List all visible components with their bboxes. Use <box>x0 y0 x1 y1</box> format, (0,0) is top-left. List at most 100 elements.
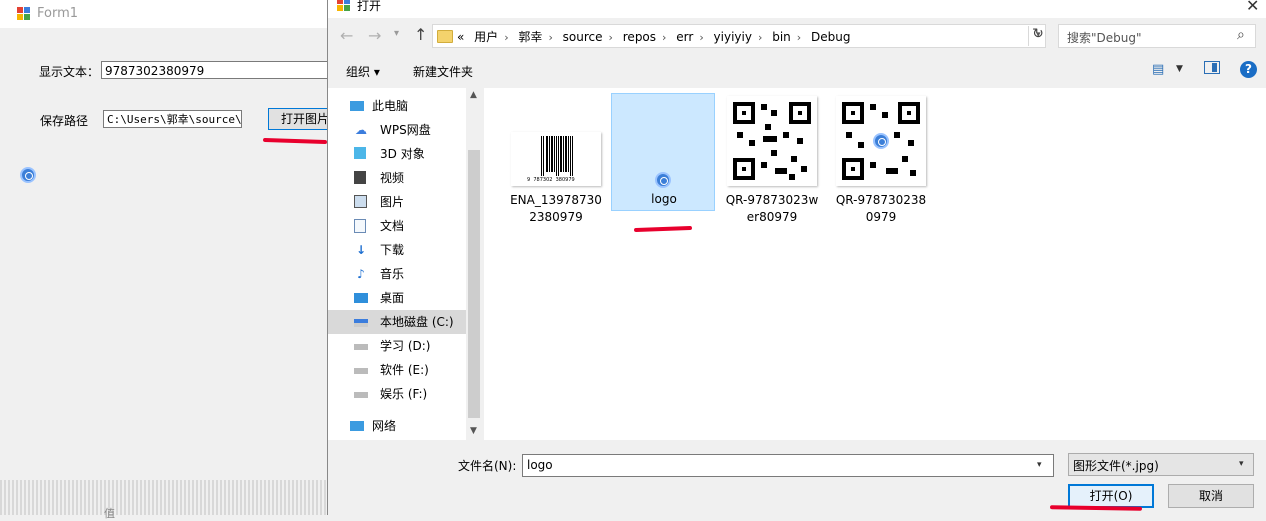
qr-module <box>870 162 876 168</box>
save-path-input[interactable]: C:\Users\郭幸\source\r <box>103 110 242 128</box>
refresh-icon[interactable]: ↻ <box>1028 26 1047 46</box>
nav-item-network[interactable]: 网络 <box>328 414 466 438</box>
nav-item-label: 软件 (E:) <box>380 363 429 377</box>
breadcrumb-item[interactable]: err <box>676 30 693 44</box>
back-arrow-icon[interactable]: ← <box>340 26 353 45</box>
form1-title-bar[interactable]: Form1 <box>0 0 330 28</box>
scroll-down-icon[interactable]: ▼ <box>470 426 477 436</box>
address-bar[interactable]: « 用户 › 郭幸 › source › repos › err › yiyiyiy › b… <box>432 24 1046 48</box>
qr-thumbnail <box>836 96 926 186</box>
file-type-value: 图形文件(*.jpg) <box>1073 459 1159 473</box>
search-input[interactable]: 搜索"Debug" ⌕ <box>1058 24 1256 48</box>
save-path-label: 保存路径 <box>40 114 89 128</box>
nav-item-drive-d[interactable]: 学习 (D:) <box>328 334 466 358</box>
scroll-thumb[interactable] <box>468 150 480 418</box>
cube-3d-icon <box>354 147 366 159</box>
file-name-line: QR-97873023w <box>725 193 819 207</box>
breadcrumb-item[interactable]: Debug <box>811 30 850 44</box>
nav-item-3d-objects[interactable]: 3D 对象 <box>328 142 466 166</box>
barcode-digits: 9 787302 380979 <box>527 177 575 183</box>
breadcrumb-overflow[interactable]: « <box>457 30 464 44</box>
file-name: logo <box>612 191 716 208</box>
file-item-qr-1[interactable]: QR-97873023w er80979 <box>720 94 824 224</box>
breadcrumb-item[interactable]: 用户 <box>474 30 498 44</box>
nav-item-this-pc[interactable]: 此电脑 <box>328 94 466 118</box>
qr-finder <box>842 158 864 180</box>
download-arrow-icon: ↓ <box>355 243 367 257</box>
view-options-icon[interactable]: ▤ <box>1152 62 1164 77</box>
qr-finder <box>842 102 864 124</box>
cancel-button[interactable]: 取消 <box>1168 484 1254 508</box>
nav-item-label: 此电脑 <box>372 99 409 113</box>
drive-icon <box>354 368 368 374</box>
nav-item-videos[interactable]: 视频 <box>328 166 466 190</box>
filename-input[interactable]: logo ▾ <box>522 454 1054 477</box>
organize-menu-button[interactable]: 组织 ▾ <box>346 63 380 80</box>
qr-module <box>771 110 777 116</box>
video-icon <box>354 171 366 184</box>
scroll-up-icon[interactable]: ▲ <box>470 90 477 100</box>
nav-item-label: 3D 对象 <box>380 147 425 161</box>
file-name-line: 0979 <box>865 210 897 224</box>
recent-locations-chevron-icon[interactable]: ▾ <box>394 28 399 39</box>
computer-icon <box>350 101 364 111</box>
qr-module <box>749 140 755 146</box>
nav-item-downloads[interactable]: ↓ 下载 <box>328 238 466 262</box>
breadcrumb-item[interactable]: 郭幸 <box>518 30 542 44</box>
network-icon <box>350 421 364 431</box>
file-type-select[interactable]: 图形文件(*.jpg) ▾ <box>1068 453 1254 476</box>
display-text-input[interactable]: 9787302380979 <box>101 61 330 79</box>
help-icon[interactable]: ? <box>1240 61 1257 78</box>
up-arrow-icon[interactable]: ↑ <box>414 25 427 44</box>
chevron-right-icon: › <box>796 31 802 44</box>
filename-label: 文件名(N): <box>458 459 517 473</box>
new-folder-button[interactable]: 新建文件夹 <box>413 63 473 80</box>
nav-item-label: 文档 <box>380 219 405 233</box>
breadcrumb-item[interactable]: bin <box>772 30 791 44</box>
windows-drive-icon <box>354 319 368 327</box>
dialog-title-bar[interactable]: 打开 ✕ <box>328 0 1266 18</box>
file-name-line: logo <box>651 192 677 206</box>
forward-arrow-icon[interactable]: → <box>368 26 381 45</box>
filename-value: logo <box>527 458 553 472</box>
nav-item-drive-f[interactable]: 娱乐 (F:) <box>328 382 466 406</box>
picture-icon <box>354 195 367 208</box>
breadcrumb-item[interactable]: source <box>563 30 603 44</box>
close-icon[interactable]: ✕ <box>1246 0 1259 15</box>
qr-module <box>761 162 767 168</box>
preview-pane-icon[interactable] <box>1204 61 1220 74</box>
nav-item-music[interactable]: ♪ 音乐 <box>328 262 466 286</box>
qr-module <box>775 168 787 174</box>
open-image-button[interactable]: 打开图片 <box>268 108 334 130</box>
nav-item-label: 网络 <box>372 419 397 433</box>
nav-item-desktop[interactable]: 桌面 <box>328 286 466 310</box>
chevron-down-icon[interactable]: ▾ <box>1239 459 1244 469</box>
nav-item-label: 视频 <box>380 171 405 185</box>
nav-item-pictures[interactable]: 图片 <box>328 190 466 214</box>
chevron-down-icon[interactable]: ▾ <box>1037 460 1042 470</box>
chevron-right-icon: › <box>548 31 553 44</box>
qr-module <box>763 136 777 142</box>
cloud-icon: ☁ <box>355 123 367 137</box>
breadcrumb[interactable]: « 用户 › 郭幸 › source › repos › err › yiyiyiy › b… <box>457 28 856 45</box>
nav-item-local-disk-c[interactable]: 本地磁盘 (C:) <box>328 310 466 334</box>
nav-item-label: 本地磁盘 (C:) <box>380 315 454 329</box>
file-item-logo[interactable]: logo <box>611 93 715 211</box>
chevron-right-icon: › <box>699 31 704 44</box>
nav-scrollbar[interactable]: ▲ ▼ <box>466 88 482 440</box>
nav-item-wps-cloud[interactable]: ☁ WPS网盘 <box>328 118 466 142</box>
file-item-barcode[interactable]: 9 787302 380979 ENA_13978730 2380979 <box>504 94 608 224</box>
nav-item-documents[interactable]: 文档 <box>328 214 466 238</box>
search-icon[interactable]: ⌕ <box>1237 27 1245 43</box>
breadcrumb-item[interactable]: repos <box>623 30 656 44</box>
nav-item-drive-e[interactable]: 软件 (E:) <box>328 358 466 382</box>
file-item-qr-2[interactable]: QR-978730238 0979 <box>829 94 933 224</box>
file-name: QR-97873023w er80979 <box>720 192 824 226</box>
nav-item-label: 音乐 <box>380 267 405 281</box>
file-list: 9 787302 380979 ENA_13978730 2380979 log… <box>484 88 1266 440</box>
qr-finder <box>733 158 755 180</box>
open-button[interactable]: 打开(O) <box>1068 484 1154 508</box>
view-options-chevron-icon[interactable]: ▼ <box>1176 64 1183 74</box>
breadcrumb-item[interactable]: yiyiyiy <box>714 30 752 44</box>
logo-thumbnail-icon <box>655 172 671 188</box>
